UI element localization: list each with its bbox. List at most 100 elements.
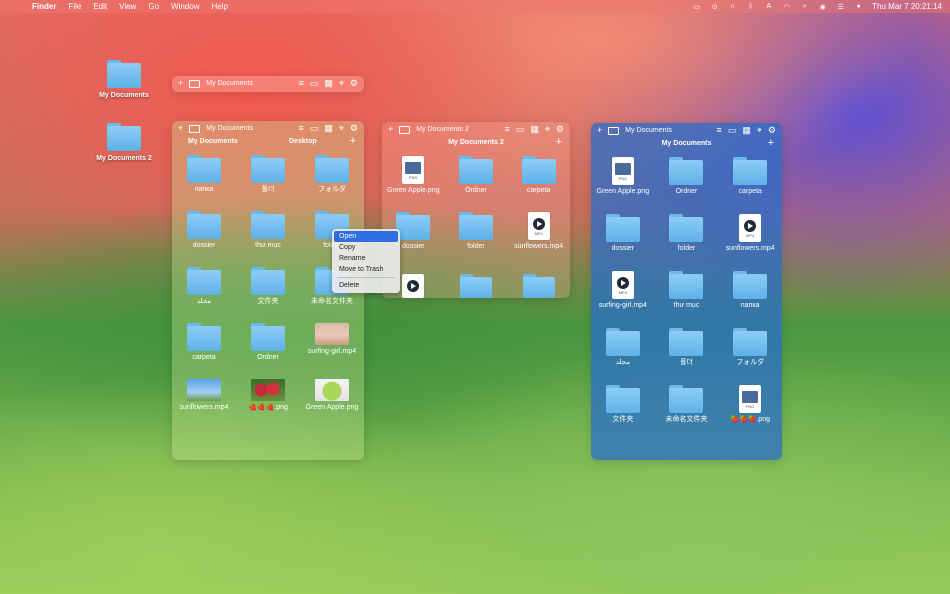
list-item[interactable]: carpeta	[718, 157, 782, 214]
unpin-icon[interactable]: ⌖	[545, 125, 550, 134]
grid-icon[interactable]: ▦	[530, 125, 539, 134]
list-item[interactable]: PNG Green Apple.png	[591, 157, 655, 214]
list-item[interactable]: مجلد	[172, 267, 236, 323]
window-icon[interactable]: ▭	[516, 125, 525, 134]
list-item[interactable]: Green Apple.png	[300, 379, 364, 435]
sliders-icon[interactable]: ≡	[505, 125, 510, 134]
grid-icon[interactable]: ▦	[324, 124, 333, 133]
menu-help[interactable]: Help	[211, 2, 227, 11]
list-item[interactable]: 未命名文件夹	[655, 385, 719, 442]
list-item[interactable]: dossier	[172, 211, 236, 267]
item-label: مجلد	[196, 298, 212, 305]
add-button[interactable]: +	[350, 135, 356, 147]
wifi-icon[interactable]: ◠	[782, 3, 791, 11]
list-item[interactable]: Ordner	[236, 323, 300, 379]
display-icon[interactable]: ▭	[692, 3, 701, 11]
window-icon[interactable]: ▭	[310, 79, 319, 88]
context-item-delete[interactable]: Delete	[334, 280, 398, 291]
unpin-icon[interactable]: ⌖	[339, 124, 344, 133]
play-icon[interactable]: ⊙	[710, 3, 719, 11]
menu-edit[interactable]: Edit	[93, 2, 107, 11]
search-icon[interactable]: ⌕	[800, 3, 809, 11]
list-item[interactable]: folder	[445, 212, 508, 268]
list-item[interactable]: thư mục	[236, 211, 300, 267]
list-item[interactable]: PNG 🍓🍓🍓.png	[718, 385, 782, 442]
list-item[interactable]: MP4 sunflowers.mp4	[718, 214, 782, 271]
folder-icon[interactable]	[189, 79, 201, 88]
list-item[interactable]	[507, 274, 570, 298]
add-icon[interactable]: +	[388, 125, 393, 134]
context-item-open[interactable]: Open	[334, 231, 398, 242]
list-item[interactable]: папка	[718, 271, 782, 328]
menu-clock[interactable]: Thu Mar 7 20:21:14	[872, 2, 942, 11]
menu-go[interactable]: Go	[148, 2, 159, 11]
list-item[interactable]: Ordner	[655, 157, 719, 214]
sliders-icon[interactable]: ≡	[717, 126, 722, 135]
add-icon[interactable]: +	[178, 79, 183, 88]
gear-icon[interactable]: ⚙	[350, 124, 358, 133]
unpin-icon[interactable]: ⌖	[757, 126, 762, 135]
menu-bar: Finder File Edit View Go Window Help ▭ ⊙…	[0, 0, 950, 13]
headphones-icon[interactable]: ∩	[728, 3, 737, 11]
add-button[interactable]: +	[556, 136, 562, 148]
menu-window[interactable]: Window	[171, 2, 199, 11]
list-item[interactable]: 폴더	[236, 155, 300, 211]
list-item[interactable]: thư mục	[655, 271, 719, 328]
list-item[interactable]: carpeta	[172, 323, 236, 379]
image-file-icon: PNG	[739, 385, 762, 413]
list-item[interactable]	[445, 274, 508, 298]
gear-icon[interactable]: ⚙	[556, 125, 564, 134]
video-file-icon: MP4	[611, 271, 634, 299]
column-title-desktop[interactable]: Desktop	[289, 138, 317, 145]
list-item[interactable]: 文件夹	[236, 267, 300, 323]
list-item[interactable]: 폴더	[655, 328, 719, 385]
list-item[interactable]: 🍓🍓🍓.png	[236, 379, 300, 435]
folder-icon[interactable]	[189, 124, 201, 133]
desktop-item-my-documents-2[interactable]: My Documents 2	[84, 123, 164, 162]
list-item[interactable]: PNG Green Apple.png	[382, 156, 445, 212]
context-item-move-to-trash[interactable]: Move to Trash	[334, 264, 398, 275]
list-item[interactable]: folder	[655, 214, 719, 271]
sliders-icon[interactable]: ≡	[299, 124, 304, 133]
control-center-icon[interactable]: ☰	[836, 3, 845, 11]
context-item-copy[interactable]: Copy	[334, 242, 398, 253]
input-a-icon[interactable]: A	[764, 3, 773, 11]
list-item[interactable]: Ordner	[445, 156, 508, 212]
context-item-rename[interactable]: Rename	[334, 253, 398, 264]
siri-icon[interactable]: ●	[854, 3, 863, 11]
folder-icon[interactable]	[399, 125, 411, 134]
window-icon[interactable]: ▭	[310, 124, 319, 133]
window-title: My Documents	[206, 80, 253, 87]
grid-icon[interactable]: ▦	[324, 79, 333, 88]
list-item[interactable]: مجلد	[591, 328, 655, 385]
menu-view[interactable]: View	[119, 2, 136, 11]
sliders-icon[interactable]: ≡	[299, 79, 304, 88]
gear-icon[interactable]: ⚙	[350, 79, 358, 88]
list-item[interactable]: 文件夹	[591, 385, 655, 442]
desktop-item-my-documents[interactable]: My Documents	[84, 60, 164, 99]
list-item[interactable]: carpeta	[507, 156, 570, 212]
unpin-icon[interactable]: ⌖	[339, 79, 344, 88]
gear-icon[interactable]: ⚙	[768, 126, 776, 135]
add-button[interactable]: +	[768, 137, 774, 149]
user-icon[interactable]: ◉	[818, 3, 827, 11]
add-icon[interactable]: +	[178, 124, 183, 133]
add-icon[interactable]: +	[597, 126, 602, 135]
column-title-my-documents[interactable]: My Documents	[188, 138, 238, 145]
item-label: 폴더	[261, 186, 275, 193]
list-item[interactable]: surfing-girl.mp4	[300, 323, 364, 379]
item-label: 未命名文件夹	[311, 298, 353, 305]
list-item[interactable]: MP4 surfing-girl.mp4	[591, 271, 655, 328]
bluetooth-icon[interactable]: ᛒ	[746, 3, 755, 11]
list-item[interactable]: папка	[172, 155, 236, 211]
list-item[interactable]: dossier	[591, 214, 655, 271]
menu-app-finder[interactable]: Finder	[32, 2, 56, 11]
menu-file[interactable]: File	[68, 2, 81, 11]
list-item[interactable]: フォルダ	[300, 155, 364, 211]
folder-icon[interactable]	[608, 126, 620, 135]
grid-icon[interactable]: ▦	[742, 126, 751, 135]
list-item[interactable]: フォルダ	[718, 328, 782, 385]
list-item[interactable]: sunflowers.mp4	[172, 379, 236, 435]
list-item[interactable]: MP4 sunflowers.mp4	[507, 212, 570, 268]
window-icon[interactable]: ▭	[728, 126, 737, 135]
